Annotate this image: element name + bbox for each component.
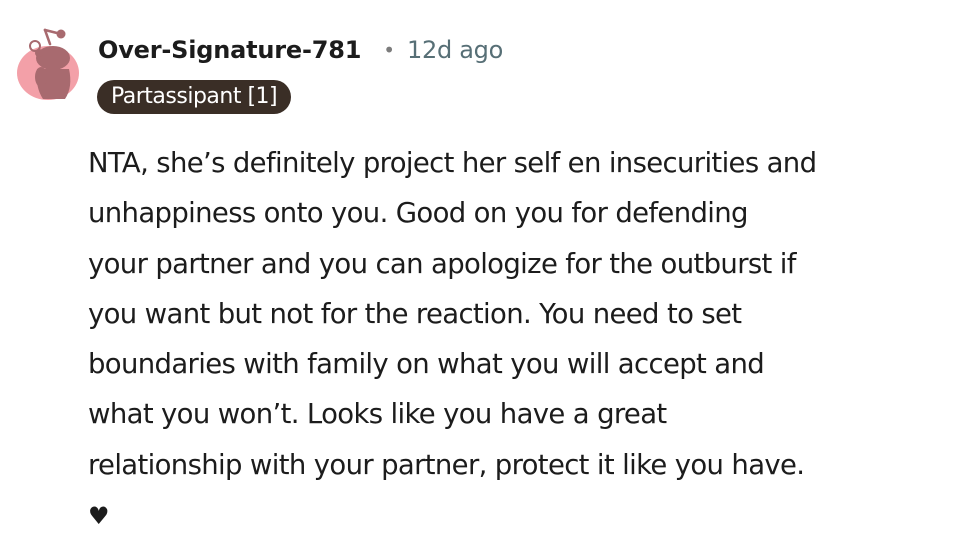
comment-body: NTA, she’s definitely project her self e… (88, 138, 948, 540)
comment-body-line: unhappiness onto you. Good on you for de… (88, 197, 749, 230)
heart-icon: ♥ (88, 502, 110, 531)
comment-body-line: you want but not for the reaction. You n… (88, 297, 742, 330)
comment-body-line: relationship with your partner, protect … (88, 448, 805, 481)
comment-header: Over-Signature-781 • 12d ago (98, 32, 503, 68)
user-avatar[interactable] (17, 25, 79, 101)
author-username[interactable]: Over-Signature-781 (98, 36, 361, 64)
comment-body-line: your partner and you can apologize for t… (88, 247, 796, 280)
user-flair-badge: Partassipant [1] (97, 80, 292, 114)
separator-dot: • (383, 38, 396, 62)
snoo-avatar-icon (17, 28, 79, 100)
comment-body-line: NTA, she’s definitely project her self e… (88, 147, 817, 179)
comment-body-line: what you won’t. Looks like you have a gr… (88, 398, 667, 431)
comment-body-line-heart: ♥ (88, 490, 948, 540)
comment-body-line: boundaries with family on what you will … (88, 348, 765, 381)
comment-timestamp[interactable]: 12d ago (407, 36, 503, 64)
